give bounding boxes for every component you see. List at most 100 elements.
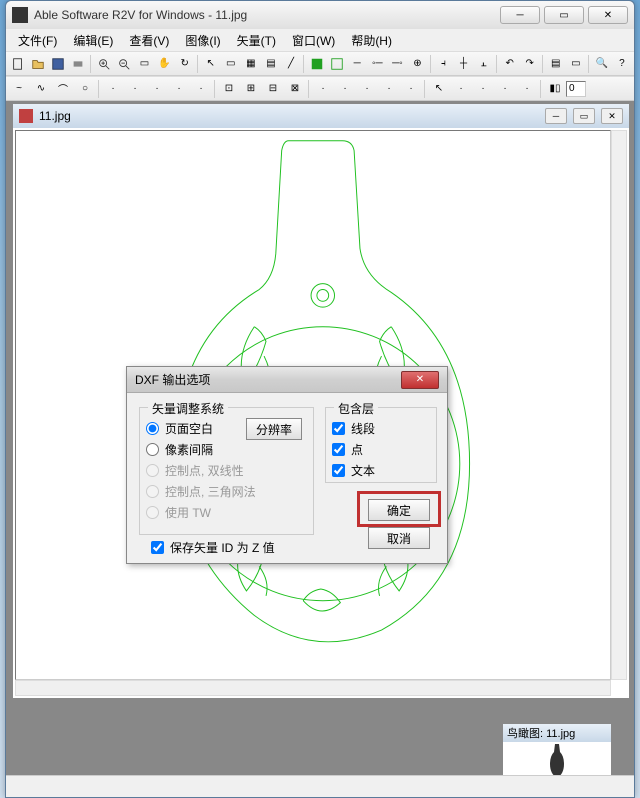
horizontal-scrollbar[interactable] — [15, 680, 611, 696]
tool-a-icon[interactable]: · — [103, 79, 123, 99]
menu-image[interactable]: 图像(I) — [177, 30, 228, 51]
statusbar — [6, 775, 634, 797]
maximize-button[interactable]: ▭ — [544, 6, 584, 24]
select-rect-icon[interactable]: ▭ — [222, 54, 240, 74]
cancel-button[interactable]: 取消 — [368, 527, 430, 549]
layers-icon[interactable]: ▤ — [547, 54, 565, 74]
target-icon[interactable]: ⊕ — [408, 54, 426, 74]
menu-help[interactable]: 帮助(H) — [343, 30, 400, 51]
menu-file[interactable]: 文件(F) — [10, 30, 65, 51]
radio-ctrl-bilinear: 控制点, 双线性 — [140, 460, 313, 481]
snap-c-icon[interactable]: ⊟ — [263, 79, 283, 99]
help-icon[interactable]: ? — [613, 54, 631, 74]
edit-e-icon[interactable]: · — [401, 79, 421, 99]
curve-icon[interactable]: ~ — [9, 79, 29, 99]
doc-close-button[interactable]: ✕ — [601, 108, 623, 124]
menubar: 文件(F) 编辑(E) 查看(V) 图像(I) 矢量(T) 窗口(W) 帮助(H… — [6, 29, 634, 51]
edit-a-icon[interactable]: · — [313, 79, 333, 99]
document-titlebar: 11.jpg ─ ▭ ✕ — [13, 104, 629, 128]
doc-icon — [19, 109, 33, 123]
window-controls: ─ ▭ ✕ — [500, 6, 628, 24]
check-points[interactable]: 点 — [326, 439, 436, 460]
polyline-icon[interactable]: ∿ — [31, 79, 51, 99]
radio-use-tw: 使用 TW — [140, 502, 313, 523]
zoom-in-icon[interactable] — [95, 54, 113, 74]
group-include-layers: 包含层 线段 点 文本 — [325, 407, 437, 483]
arc-icon[interactable]: ⌒ — [53, 79, 73, 99]
align-center-icon[interactable]: ┼ — [455, 54, 473, 74]
doc-minimize-button[interactable]: ─ — [545, 108, 567, 124]
menu-edit[interactable]: 编辑(E) — [65, 30, 121, 51]
refresh-icon[interactable]: ↻ — [176, 54, 194, 74]
dxf-export-dialog: DXF 输出选项 ✕ 矢量调整系统 页面空白 像素间隔 控制点, 双线性 控制点… — [126, 366, 448, 564]
edit-b-icon[interactable]: · — [335, 79, 355, 99]
align-right-icon[interactable]: ⫠ — [475, 54, 493, 74]
undo-icon[interactable]: ↶ — [501, 54, 519, 74]
snap-b-icon[interactable]: ⊞ — [241, 79, 261, 99]
tool-d-icon[interactable]: · — [169, 79, 189, 99]
preview-window[interactable]: 鸟瞰图: 11.jpg — [502, 723, 612, 783]
vertical-scrollbar[interactable] — [611, 130, 627, 680]
menu-view[interactable]: 查看(V) — [121, 30, 177, 51]
close-button[interactable]: ✕ — [588, 6, 628, 24]
snap-a-icon[interactable]: ⊡ — [219, 79, 239, 99]
pointer-icon[interactable]: ↖ — [202, 54, 220, 74]
tool-c-icon[interactable]: · — [147, 79, 167, 99]
rect-fill-icon[interactable] — [308, 54, 326, 74]
green-seg-icon[interactable]: ─◦ — [388, 54, 406, 74]
toolbar-1: ▭ ✋ ↻ ↖ ▭ ▦ ▤ ╱ ─ ◦─ ─◦ ⊕ ⫞ ┼ ⫠ ↶ ↷ ▤ ▭ … — [6, 51, 634, 76]
rect-outline-icon[interactable] — [328, 54, 346, 74]
menu-window[interactable]: 窗口(W) — [284, 30, 343, 51]
save-icon[interactable] — [49, 54, 67, 74]
ok-button[interactable]: 确定 — [368, 499, 430, 521]
tool-b-icon[interactable]: · — [125, 79, 145, 99]
hatch-icon[interactable]: ▦ — [242, 54, 260, 74]
group-layers-title: 包含层 — [334, 400, 378, 417]
dialog-title: DXF 输出选项 — [135, 371, 401, 388]
line-icon[interactable]: ╱ — [282, 54, 300, 74]
check-save-id[interactable]: 保存矢量 ID 为 Z 值 — [151, 539, 275, 556]
zoom-fit-icon[interactable]: ▭ — [135, 54, 153, 74]
edit-d-icon[interactable]: · — [379, 79, 399, 99]
titlebar: Able Software R2V for Windows - 11.jpg ─… — [6, 1, 634, 29]
green-node-icon[interactable]: ◦─ — [368, 54, 386, 74]
print-icon[interactable] — [69, 54, 87, 74]
app-icon — [12, 7, 28, 23]
dialog-titlebar[interactable]: DXF 输出选项 ✕ — [127, 367, 447, 393]
app-title: Able Software R2V for Windows - 11.jpg — [34, 8, 500, 22]
document-title: 11.jpg — [39, 109, 545, 123]
check-text[interactable]: 文本 — [326, 460, 436, 481]
preview-title: 鸟瞰图: 11.jpg — [503, 724, 611, 742]
open-file-icon[interactable] — [29, 54, 47, 74]
tool-e-icon[interactable]: · — [191, 79, 211, 99]
resolution-button[interactable]: 分辨率 — [246, 418, 302, 440]
move-a-icon[interactable]: · — [451, 79, 471, 99]
minimize-button[interactable]: ─ — [500, 6, 540, 24]
align-left-icon[interactable]: ⫞ — [434, 54, 452, 74]
new-file-icon[interactable] — [9, 54, 27, 74]
zoom-out-icon[interactable] — [115, 54, 133, 74]
redo-icon[interactable]: ↷ — [521, 54, 539, 74]
arrow-icon[interactable]: ↖ — [429, 79, 449, 99]
toolbar-2: ~ ∿ ⌒ ○ · · · · · ⊡ ⊞ ⊟ ⊠ · · · · · ↖ · … — [6, 76, 634, 101]
doc-maximize-button[interactable]: ▭ — [573, 108, 595, 124]
grid-icon[interactable]: ▤ — [262, 54, 280, 74]
text-icon[interactable]: ▭ — [567, 54, 585, 74]
main-window: Able Software R2V for Windows - 11.jpg ─… — [5, 0, 635, 798]
toggle-icon[interactable]: ▮▯ — [545, 79, 565, 99]
edit-c-icon[interactable]: · — [357, 79, 377, 99]
move-d-icon[interactable]: · — [517, 79, 537, 99]
radio-pixel-interval[interactable]: 像素间隔 — [140, 439, 313, 460]
value-input[interactable] — [566, 81, 586, 97]
green-dash-icon[interactable]: ─ — [348, 54, 366, 74]
group-adjust-title: 矢量调整系统 — [148, 400, 228, 417]
move-c-icon[interactable]: · — [495, 79, 515, 99]
pan-icon[interactable]: ✋ — [156, 54, 174, 74]
check-lines[interactable]: 线段 — [326, 418, 436, 439]
circle-icon[interactable]: ○ — [75, 79, 95, 99]
snap-d-icon[interactable]: ⊠ — [285, 79, 305, 99]
move-b-icon[interactable]: · — [473, 79, 493, 99]
zoom2-icon[interactable]: 🔍 — [593, 54, 611, 74]
menu-vector[interactable]: 矢量(T) — [229, 30, 284, 51]
dialog-close-button[interactable]: ✕ — [401, 371, 439, 389]
